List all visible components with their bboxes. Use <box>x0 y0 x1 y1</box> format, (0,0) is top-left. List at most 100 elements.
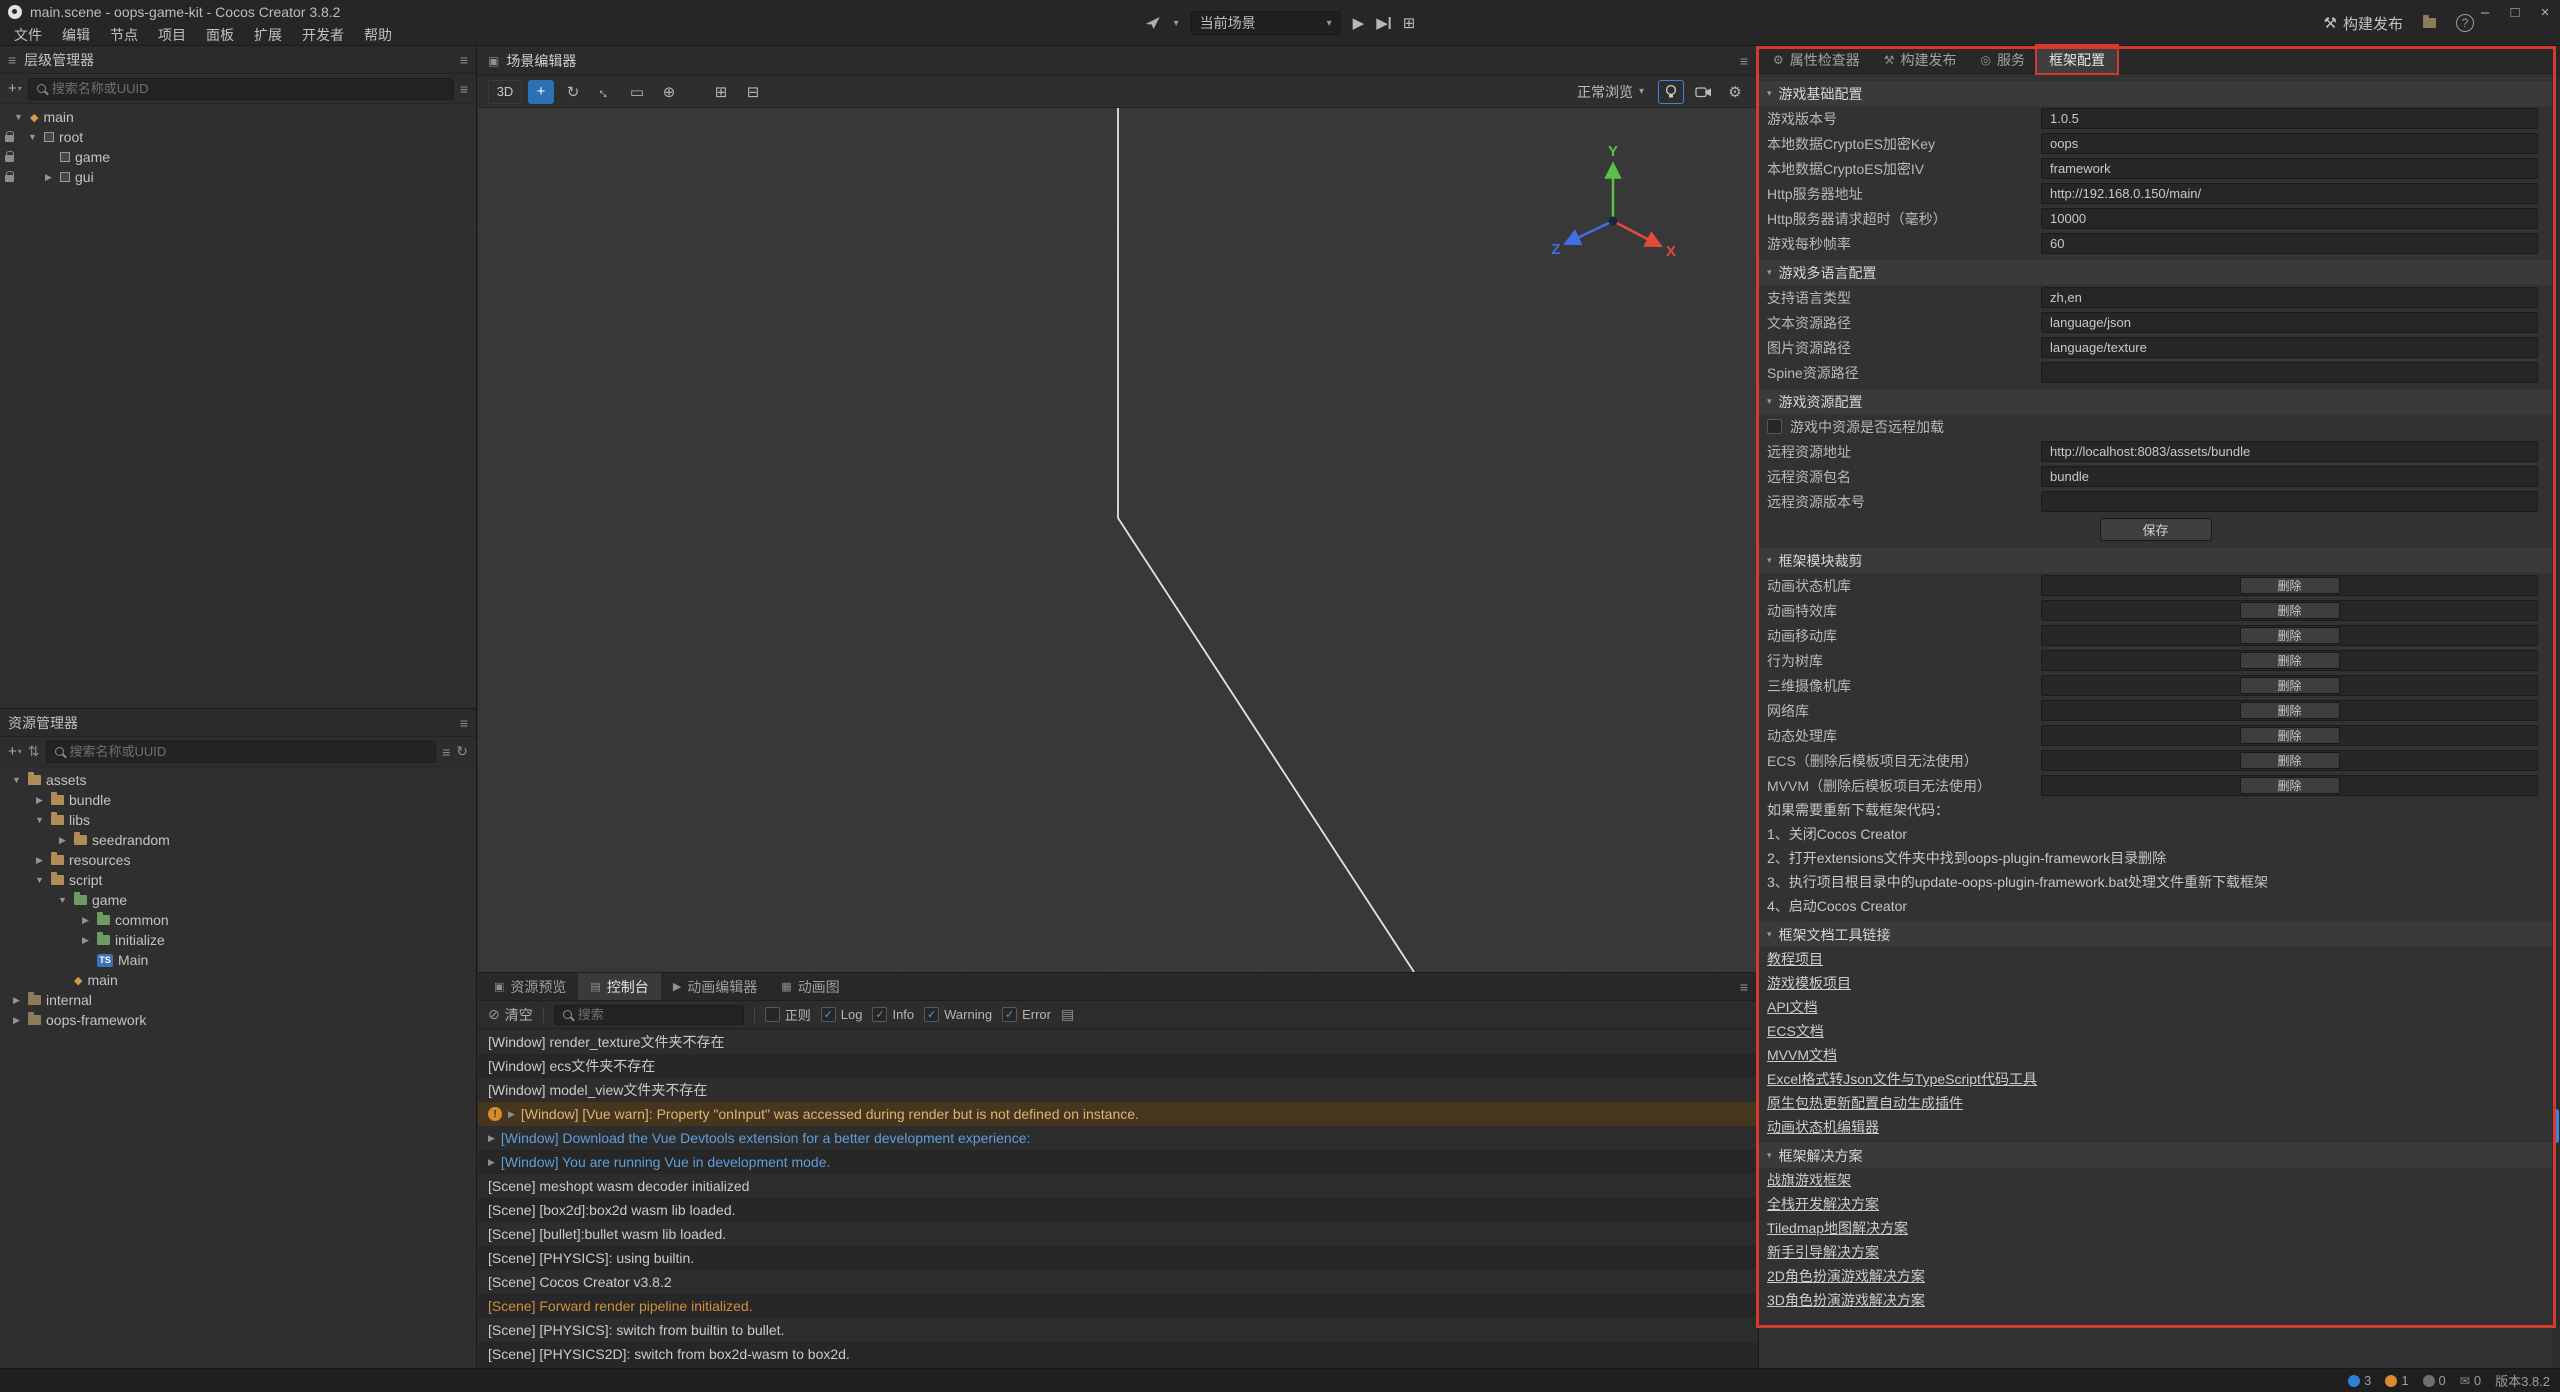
scene-viewport[interactable]: Y X Z <box>478 108 1758 972</box>
remote-bundle-input[interactable] <box>2041 466 2538 487</box>
asset-folder-initialize[interactable]: ▶ initialize <box>0 930 476 950</box>
delete-button[interactable]: 删除 <box>2240 777 2340 794</box>
doc-link-ecs[interactable]: ECS文档 <box>1759 1019 2552 1043</box>
menu-extension[interactable]: 扩展 <box>244 25 292 45</box>
tab-property-inspector[interactable]: ⚙ 属性检查器 <box>1761 46 1872 73</box>
delete-button[interactable]: 删除 <box>2240 577 2340 594</box>
language-types-input[interactable] <box>2041 287 2538 308</box>
preview-target-caret-icon[interactable]: ▾ <box>1174 18 1179 29</box>
log-line[interactable]: [Scene] Cocos Creator v3.8.2 <box>478 1270 1758 1294</box>
http-server-input[interactable] <box>2041 183 2538 204</box>
section-module-trim[interactable]: ▾ 框架模块裁剪 <box>1759 548 2552 573</box>
assets-menu-icon[interactable]: ≡ <box>460 715 468 731</box>
minimize-button[interactable]: – <box>2470 0 2500 24</box>
filter-info-checkbox[interactable]: Info <box>872 1007 914 1022</box>
expand-log-icon[interactable]: ▶ <box>488 1157 495 1168</box>
solution-link-2drpg[interactable]: 2D角色扮演游戏解决方案 <box>1759 1264 2552 1288</box>
log-line[interactable]: [Scene] [box2d]:box2d wasm lib loaded. <box>478 1198 1758 1222</box>
scale-tool-icon[interactable]: ↔ <box>587 74 622 109</box>
asset-folder-internal[interactable]: ▶ internal <box>0 990 476 1010</box>
create-node-button[interactable]: +▾ <box>8 80 22 97</box>
build-publish-button[interactable]: ⚒ 构建发布 <box>2324 13 2403 34</box>
assets-filter-icon[interactable]: ≡ <box>442 744 450 760</box>
filter-log-checkbox[interactable]: Log <box>821 1007 863 1022</box>
hierarchy-search-input[interactable] <box>52 81 445 96</box>
remote-load-checkbox[interactable] <box>1767 419 1782 434</box>
doc-link-animator-editor[interactable]: 动画状态机编辑器 <box>1759 1115 2552 1139</box>
mode-3d-toggle[interactable]: 3D <box>488 80 522 104</box>
fps-input[interactable] <box>2041 233 2538 254</box>
section-basic-config[interactable]: ▾ 游戏基础配置 <box>1759 81 2552 106</box>
save-button[interactable]: 保存 <box>2100 518 2212 541</box>
solution-link-fullstack[interactable]: 全栈开发解决方案 <box>1759 1192 2552 1216</box>
refresh-icon[interactable]: ↻ <box>456 743 468 760</box>
tab-build-publish[interactable]: ⚒ 构建发布 <box>1872 46 1969 73</box>
text-path-input[interactable] <box>2041 312 2538 333</box>
menu-file[interactable]: 文件 <box>4 25 52 45</box>
doc-link-api[interactable]: API文档 <box>1759 995 2552 1019</box>
asset-folder-oops-framework[interactable]: ▶ oops-framework <box>0 1010 476 1030</box>
delete-button[interactable]: 删除 <box>2240 677 2340 694</box>
regex-checkbox[interactable]: 正则 <box>765 1005 811 1024</box>
asset-file-main-ts[interactable]: TS Main <box>0 950 476 970</box>
maximize-button[interactable]: □ <box>2500 0 2530 24</box>
asset-file-main-scene[interactable]: ◆ main <box>0 970 476 990</box>
remote-version-input[interactable] <box>2041 491 2538 512</box>
hierarchy-node-game[interactable]: game <box>0 147 476 167</box>
log-line[interactable]: ▶ [Window] Download the Vue Devtools ext… <box>478 1126 1758 1150</box>
expand-arrow-icon[interactable]: ▼ <box>33 875 46 885</box>
layout-grid-icon[interactable]: ⊞ <box>1403 14 1416 32</box>
log-line[interactable]: [Scene] [bullet]:bullet wasm lib loaded. <box>478 1222 1758 1246</box>
log-line[interactable]: [Scene] [PHYSICS]: switch from builtin t… <box>478 1318 1758 1342</box>
solution-link-3drpg[interactable]: 3D角色扮演游戏解决方案 <box>1759 1288 2552 1312</box>
log-line[interactable]: [Scene] meshopt wasm decoder initialized <box>478 1174 1758 1198</box>
snap-toggle-icon[interactable]: ⊟ <box>740 80 766 104</box>
doc-link-tutorial[interactable]: 教程项目 <box>1759 947 2552 971</box>
expand-arrow-icon[interactable]: ▼ <box>33 815 46 825</box>
lock-icon[interactable] <box>5 175 14 182</box>
view-mode-select[interactable]: 正常浏览 ▾ <box>1569 81 1652 103</box>
collapse-arrow-icon[interactable]: ▶ <box>10 995 23 1006</box>
tab-console[interactable]: ▤ 控制台 <box>578 973 660 1000</box>
collapse-arrow-icon[interactable]: ▶ <box>33 795 46 806</box>
axis-gizmo[interactable]: Y X Z <box>1538 136 1688 276</box>
asset-folder-common[interactable]: ▶ common <box>0 910 476 930</box>
menu-edit[interactable]: 编辑 <box>52 25 100 45</box>
lock-icon[interactable] <box>5 155 14 162</box>
log-line[interactable]: ▶ [Window] You are running Vue in develo… <box>478 1150 1758 1174</box>
clear-console-button[interactable]: ⊘ 清空 <box>488 1005 533 1025</box>
export-log-icon[interactable]: ▤ <box>1061 1006 1074 1023</box>
log-line[interactable]: [Window] ecs文件夹不存在 <box>478 1054 1758 1078</box>
rect-tool-icon[interactable]: ▭ <box>624 80 650 104</box>
asset-folder-resources[interactable]: ▶ resources <box>0 850 476 870</box>
doc-link-template[interactable]: 游戏模板项目 <box>1759 971 2552 995</box>
console-search-input[interactable] <box>578 1007 735 1022</box>
tab-animation-editor[interactable]: ▶ 动画编辑器 <box>661 973 769 1000</box>
delete-button[interactable]: 删除 <box>2240 727 2340 744</box>
section-resource-config[interactable]: ▾ 游戏资源配置 <box>1759 389 2552 414</box>
tab-service[interactable]: ◎ 服务 <box>1969 46 2037 73</box>
play-button[interactable]: ▶ <box>1353 14 1365 32</box>
tab-asset-preview[interactable]: ▣ 资源预览 <box>482 973 578 1000</box>
expand-arrow-icon[interactable]: ▼ <box>26 132 39 142</box>
help-icon[interactable]: ? <box>2456 14 2474 32</box>
sort-assets-icon[interactable]: ⇅ <box>28 743 40 760</box>
preview-target-icon[interactable] <box>1145 16 1162 30</box>
game-version-input[interactable] <box>2041 108 2538 129</box>
warning-count-badge[interactable]: 1 <box>2385 1373 2408 1388</box>
hierarchy-node-root[interactable]: ▼ root <box>0 127 476 147</box>
asset-folder-seedrandom[interactable]: ▶ seedrandom <box>0 830 476 850</box>
scene-settings-gear-icon[interactable]: ⚙ <box>1722 80 1748 104</box>
doc-link-excel-tool[interactable]: Excel格式转Json文件与TypeScript代码工具 <box>1759 1067 2552 1091</box>
delete-button[interactable]: 删除 <box>2240 702 2340 719</box>
log-line[interactable]: [Scene] [PHYSICS]: using builtin. <box>478 1246 1758 1270</box>
remote-address-input[interactable] <box>2041 441 2538 462</box>
snap-grid-icon[interactable]: ⊞ <box>708 80 734 104</box>
texture-path-input[interactable] <box>2041 337 2538 358</box>
expand-log-icon[interactable]: ▶ <box>508 1109 515 1120</box>
section-doc-links[interactable]: ▾ 框架文档工具链接 <box>1759 922 2552 947</box>
section-language-config[interactable]: ▾ 游戏多语言配置 <box>1759 260 2552 285</box>
collapse-arrow-icon[interactable]: ▶ <box>79 935 92 946</box>
move-tool-icon[interactable]: + <box>528 80 554 104</box>
crypto-iv-input[interactable] <box>2041 158 2538 179</box>
